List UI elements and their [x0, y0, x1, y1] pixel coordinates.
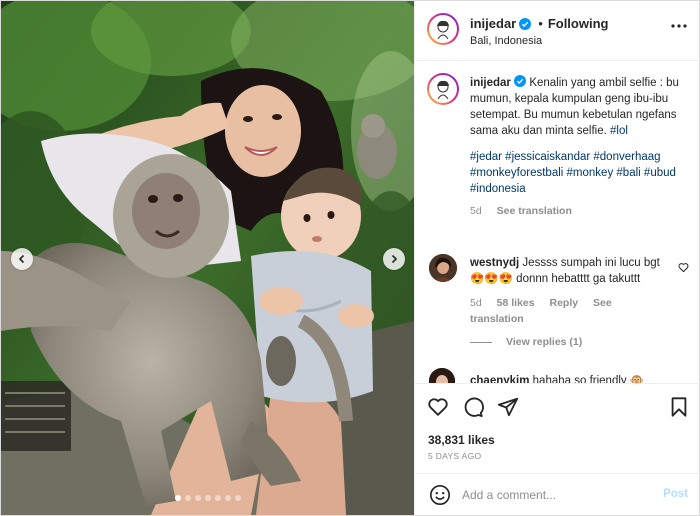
carousel-dot — [184, 495, 191, 501]
likes-count[interactable]: 38,831 likes — [428, 433, 495, 447]
chevron-right-icon — [391, 254, 398, 264]
comment-emoji: 🐵 — [629, 375, 645, 383]
comment-composer: Post — [415, 473, 700, 515]
carousel-dot — [204, 495, 211, 501]
view-replies-button[interactable]: View replies (1) — [470, 336, 582, 348]
verified-badge-icon — [519, 17, 532, 30]
emoji-icon[interactable] — [429, 484, 451, 506]
hashtag-list: #jedar #jessicaiskandar #donverhaag #mon… — [470, 149, 692, 197]
commenter-avatar[interactable] — [429, 368, 455, 383]
avatar-illustration — [431, 17, 455, 41]
verified-badge-icon — [514, 75, 527, 87]
carousel-dot — [194, 495, 201, 501]
hashtag-link[interactable]: #indonesia — [470, 183, 526, 195]
heart-icon[interactable] — [427, 396, 449, 418]
reply-button[interactable]: Reply — [549, 297, 578, 309]
following-button[interactable]: Following — [548, 16, 609, 31]
caption-avatar[interactable] — [427, 73, 459, 105]
replies-divider — [470, 341, 492, 343]
commenter-username[interactable]: chaenykim — [470, 375, 529, 383]
comment-body: westnydj Jessss sumpah ini lucu bgt 😍😍😍 d… — [470, 255, 670, 327]
commenter-avatar[interactable] — [429, 254, 457, 282]
carousel-next-button[interactable] — [383, 248, 405, 270]
comment-body: chaenykim hahaha so friendly 🐵 — [470, 373, 670, 383]
view-replies-label: View replies (1) — [506, 336, 583, 348]
hashtag-link[interactable]: #monkeyforestbali — [470, 167, 563, 179]
comment-emoji: 😍😍😍 — [470, 273, 513, 285]
avatar-illustration — [431, 77, 455, 101]
hashtag-link[interactable]: #donverhaag — [593, 151, 660, 163]
post-location[interactable]: Bali, Indonesia — [470, 35, 542, 47]
carousel-prev-button[interactable] — [11, 248, 33, 270]
see-translation-button[interactable]: See translation — [470, 297, 612, 325]
comment-text: Jessss sumpah ini lucu bgt — [522, 257, 660, 269]
comment-text: hahaha so friendly — [532, 375, 627, 383]
avatar-photo — [429, 254, 457, 282]
commenter-username[interactable]: westnydj — [470, 257, 519, 269]
hashtag-link[interactable]: #jedar — [470, 151, 502, 163]
carousel-dot — [234, 495, 241, 501]
caption-body: inijedar Kenalin yang ambil selfie : bu … — [470, 75, 692, 219]
carousel-dot — [224, 495, 231, 501]
comments-section[interactable]: inijedar Kenalin yang ambil selfie : bu … — [415, 61, 700, 383]
separator-dot: • — [538, 16, 543, 31]
avatar-photo — [429, 368, 455, 383]
hashtag-link[interactable]: #lol — [610, 125, 628, 137]
comment-age[interactable]: 5d — [470, 297, 482, 309]
caption-username[interactable]: inijedar — [470, 77, 511, 89]
author-line: inijedar • Following — [470, 16, 608, 31]
bookmark-icon[interactable] — [668, 396, 690, 418]
post-header: inijedar • Following Bali, Indonesia — [415, 1, 700, 61]
caption-meta: 5d See translation — [470, 203, 692, 219]
post-side-panel: inijedar • Following Bali, Indonesia ini… — [414, 1, 700, 515]
comment-icon[interactable] — [462, 396, 484, 418]
post-comment-button[interactable]: Post — [663, 488, 688, 500]
hashtag-link[interactable]: #jessicaiskandar — [505, 151, 590, 163]
post-media[interactable] — [1, 1, 414, 515]
comment-likes[interactable]: 58 likes — [497, 297, 535, 309]
action-bar: 38,831 likes 5 DAYS AGO — [415, 383, 700, 473]
carousel-indicator — [1, 495, 414, 501]
hashtag-link[interactable]: #monkey — [567, 167, 614, 179]
author-avatar[interactable] — [427, 13, 459, 45]
comment-text-after: donnn hebatttt ga takuttt — [516, 273, 641, 285]
comment-meta: 5d 58 likes Reply See translation — [470, 295, 670, 327]
selfie-photo — [1, 1, 414, 515]
caption-age[interactable]: 5d — [470, 205, 482, 217]
instagram-post: inijedar • Following Bali, Indonesia ini… — [0, 0, 700, 516]
hashtag-link[interactable]: #bali — [616, 167, 640, 179]
heart-icon[interactable] — [678, 262, 689, 273]
carousel-dot — [174, 495, 181, 501]
carousel-dot — [214, 495, 221, 501]
chevron-left-icon — [18, 254, 25, 264]
comment-input[interactable] — [462, 483, 652, 507]
author-username[interactable]: inijedar — [470, 16, 516, 31]
post-date[interactable]: 5 DAYS AGO — [428, 451, 481, 461]
see-translation-button[interactable]: See translation — [497, 205, 572, 217]
comment-item: chaenykim hahaha so friendly 🐵 — [427, 368, 689, 383]
hashtag-link[interactable]: #ubud — [644, 167, 676, 179]
more-options-icon[interactable] — [671, 23, 687, 29]
share-icon[interactable] — [497, 396, 519, 418]
